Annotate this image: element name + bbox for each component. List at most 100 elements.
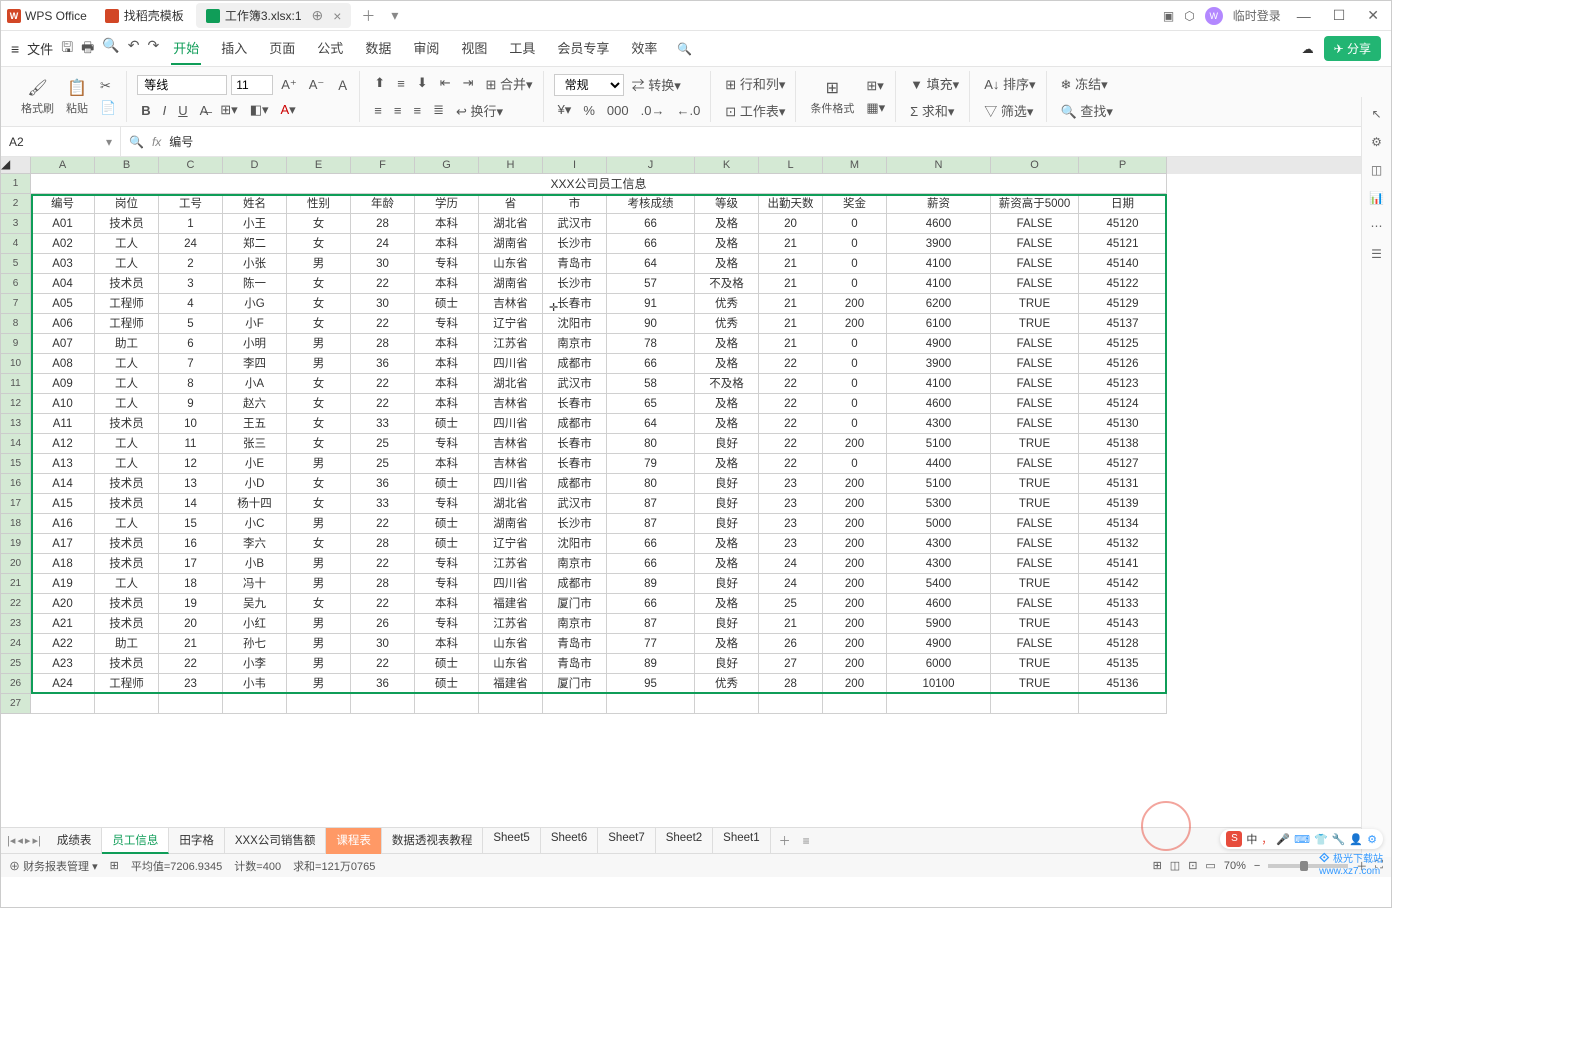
new-tab-button[interactable]: ＋ [353, 2, 383, 30]
data-cell[interactable]: 硕士 [415, 654, 479, 674]
data-cell[interactable]: 硕士 [415, 674, 479, 694]
data-cell[interactable]: 3900 [887, 354, 991, 374]
align-top-icon[interactable]: ⬆ [370, 73, 389, 93]
indent-left-icon[interactable]: ⇤ [436, 73, 455, 93]
row-header-9[interactable]: 9 [1, 334, 31, 354]
col-header-M[interactable]: M [823, 157, 887, 174]
data-cell[interactable]: 0 [823, 354, 887, 374]
ime-mic-icon[interactable]: 🎤 [1276, 833, 1290, 846]
data-cell[interactable]: 山东省 [479, 254, 543, 274]
data-cell[interactable]: 本科 [415, 374, 479, 394]
data-cell[interactable]: 66 [607, 554, 695, 574]
row-header-27[interactable]: 27 [1, 694, 31, 714]
fx-icon[interactable]: fx [152, 135, 161, 149]
data-cell[interactable]: 4600 [887, 214, 991, 234]
data-cell[interactable]: 45129 [1079, 294, 1167, 314]
data-cell[interactable]: 22 [759, 454, 823, 474]
data-cell[interactable]: 长春市 [543, 454, 607, 474]
data-cell[interactable]: 技术员 [95, 474, 159, 494]
empty-cell[interactable] [351, 694, 415, 714]
select-all-corner[interactable]: ◢ [1, 157, 31, 174]
data-cell[interactable]: 22 [351, 654, 415, 674]
data-cell[interactable]: 四川省 [479, 574, 543, 594]
sheet-tab-1[interactable]: 员工信息 [102, 828, 169, 854]
data-cell[interactable]: 本科 [415, 354, 479, 374]
sheet-tab-5[interactable]: 数据透视表教程 [382, 828, 484, 854]
data-cell[interactable]: 0 [823, 214, 887, 234]
data-cell[interactable]: 成都市 [543, 574, 607, 594]
empty-cell[interactable] [543, 694, 607, 714]
data-cell[interactable]: 4600 [887, 594, 991, 614]
data-cell[interactable]: 45122 [1079, 274, 1167, 294]
underline-icon[interactable]: U [174, 101, 191, 120]
add-sheet-icon[interactable]: ＋ [771, 832, 799, 849]
data-cell[interactable]: 男 [287, 634, 351, 654]
close-tab-icon[interactable]: ⊕ [312, 7, 324, 24]
empty-cell[interactable] [823, 694, 887, 714]
grid-view-icon[interactable]: ▣ [1163, 9, 1174, 23]
data-cell[interactable]: 良好 [695, 614, 759, 634]
data-cell[interactable]: 22 [351, 274, 415, 294]
data-cell[interactable]: 13 [159, 474, 223, 494]
data-cell[interactable]: 3 [159, 274, 223, 294]
data-cell[interactable]: 本科 [415, 274, 479, 294]
data-cell[interactable]: A04 [31, 274, 95, 294]
find-button[interactable]: 🔍 查找▾ [1057, 99, 1117, 122]
ime-user-icon[interactable]: 👤 [1349, 833, 1363, 846]
data-cell[interactable]: 小红 [223, 614, 287, 634]
data-cell[interactable]: 66 [607, 214, 695, 234]
data-cell[interactable]: FALSE [991, 334, 1079, 354]
data-cell[interactable]: 65 [607, 394, 695, 414]
data-cell[interactable]: 及格 [695, 414, 759, 434]
row-header-11[interactable]: 11 [1, 374, 31, 394]
data-cell[interactable]: 23 [759, 514, 823, 534]
row-header-22[interactable]: 22 [1, 594, 31, 614]
data-cell[interactable]: 6100 [887, 314, 991, 334]
data-cell[interactable]: 女 [287, 274, 351, 294]
data-cell[interactable]: 2 [159, 254, 223, 274]
header-cell[interactable]: 性别 [287, 194, 351, 214]
data-cell[interactable]: 21 [759, 614, 823, 634]
data-cell[interactable]: 专科 [415, 494, 479, 514]
empty-cell[interactable] [695, 694, 759, 714]
data-cell[interactable]: 200 [823, 554, 887, 574]
data-cell[interactable]: 男 [287, 574, 351, 594]
data-cell[interactable]: 27 [759, 654, 823, 674]
data-cell[interactable]: 21 [759, 274, 823, 294]
row-header-3[interactable]: 3 [1, 214, 31, 234]
data-cell[interactable]: A17 [31, 534, 95, 554]
worksheet-button[interactable]: ⊡ 工作表▾ [721, 99, 789, 122]
close-window-icon[interactable]: ✕ [1361, 3, 1385, 28]
name-box[interactable]: A2 ▾ [1, 127, 121, 156]
data-cell[interactable]: 22 [159, 654, 223, 674]
sheet-list-icon[interactable]: ≡ [799, 834, 814, 848]
sheet-tab-2[interactable]: 田字格 [169, 828, 225, 854]
data-cell[interactable]: 25 [351, 434, 415, 454]
data-cell[interactable]: 及格 [695, 554, 759, 574]
data-cell[interactable]: 45123 [1079, 374, 1167, 394]
data-cell[interactable]: 及格 [695, 534, 759, 554]
data-cell[interactable]: 24 [351, 234, 415, 254]
data-cell[interactable]: 23 [759, 534, 823, 554]
data-cell[interactable]: 四川省 [479, 414, 543, 434]
data-cell[interactable]: 23 [759, 474, 823, 494]
grid-mode-icon[interactable]: ⊞ [110, 859, 119, 872]
row-header-24[interactable]: 24 [1, 634, 31, 654]
data-cell[interactable]: 78 [607, 334, 695, 354]
data-cell[interactable]: 及格 [695, 214, 759, 234]
sheet-first-icon[interactable]: |◂ [7, 834, 15, 847]
data-cell[interactable]: 男 [287, 674, 351, 694]
row-header-20[interactable]: 20 [1, 554, 31, 574]
data-cell[interactable]: 硕士 [415, 514, 479, 534]
data-cell[interactable]: 45137 [1079, 314, 1167, 334]
data-cell[interactable]: 男 [287, 654, 351, 674]
header-cell[interactable]: 姓名 [223, 194, 287, 214]
data-cell[interactable]: FALSE [991, 554, 1079, 574]
title-cell[interactable]: XXX公司员工信息 [31, 174, 1167, 194]
data-cell[interactable]: 南京市 [543, 614, 607, 634]
row-header-5[interactable]: 5 [1, 254, 31, 274]
data-cell[interactable]: 长春市 [543, 394, 607, 414]
header-cell[interactable]: 市 [543, 194, 607, 214]
data-cell[interactable]: 24 [759, 574, 823, 594]
data-cell[interactable]: 45142 [1079, 574, 1167, 594]
